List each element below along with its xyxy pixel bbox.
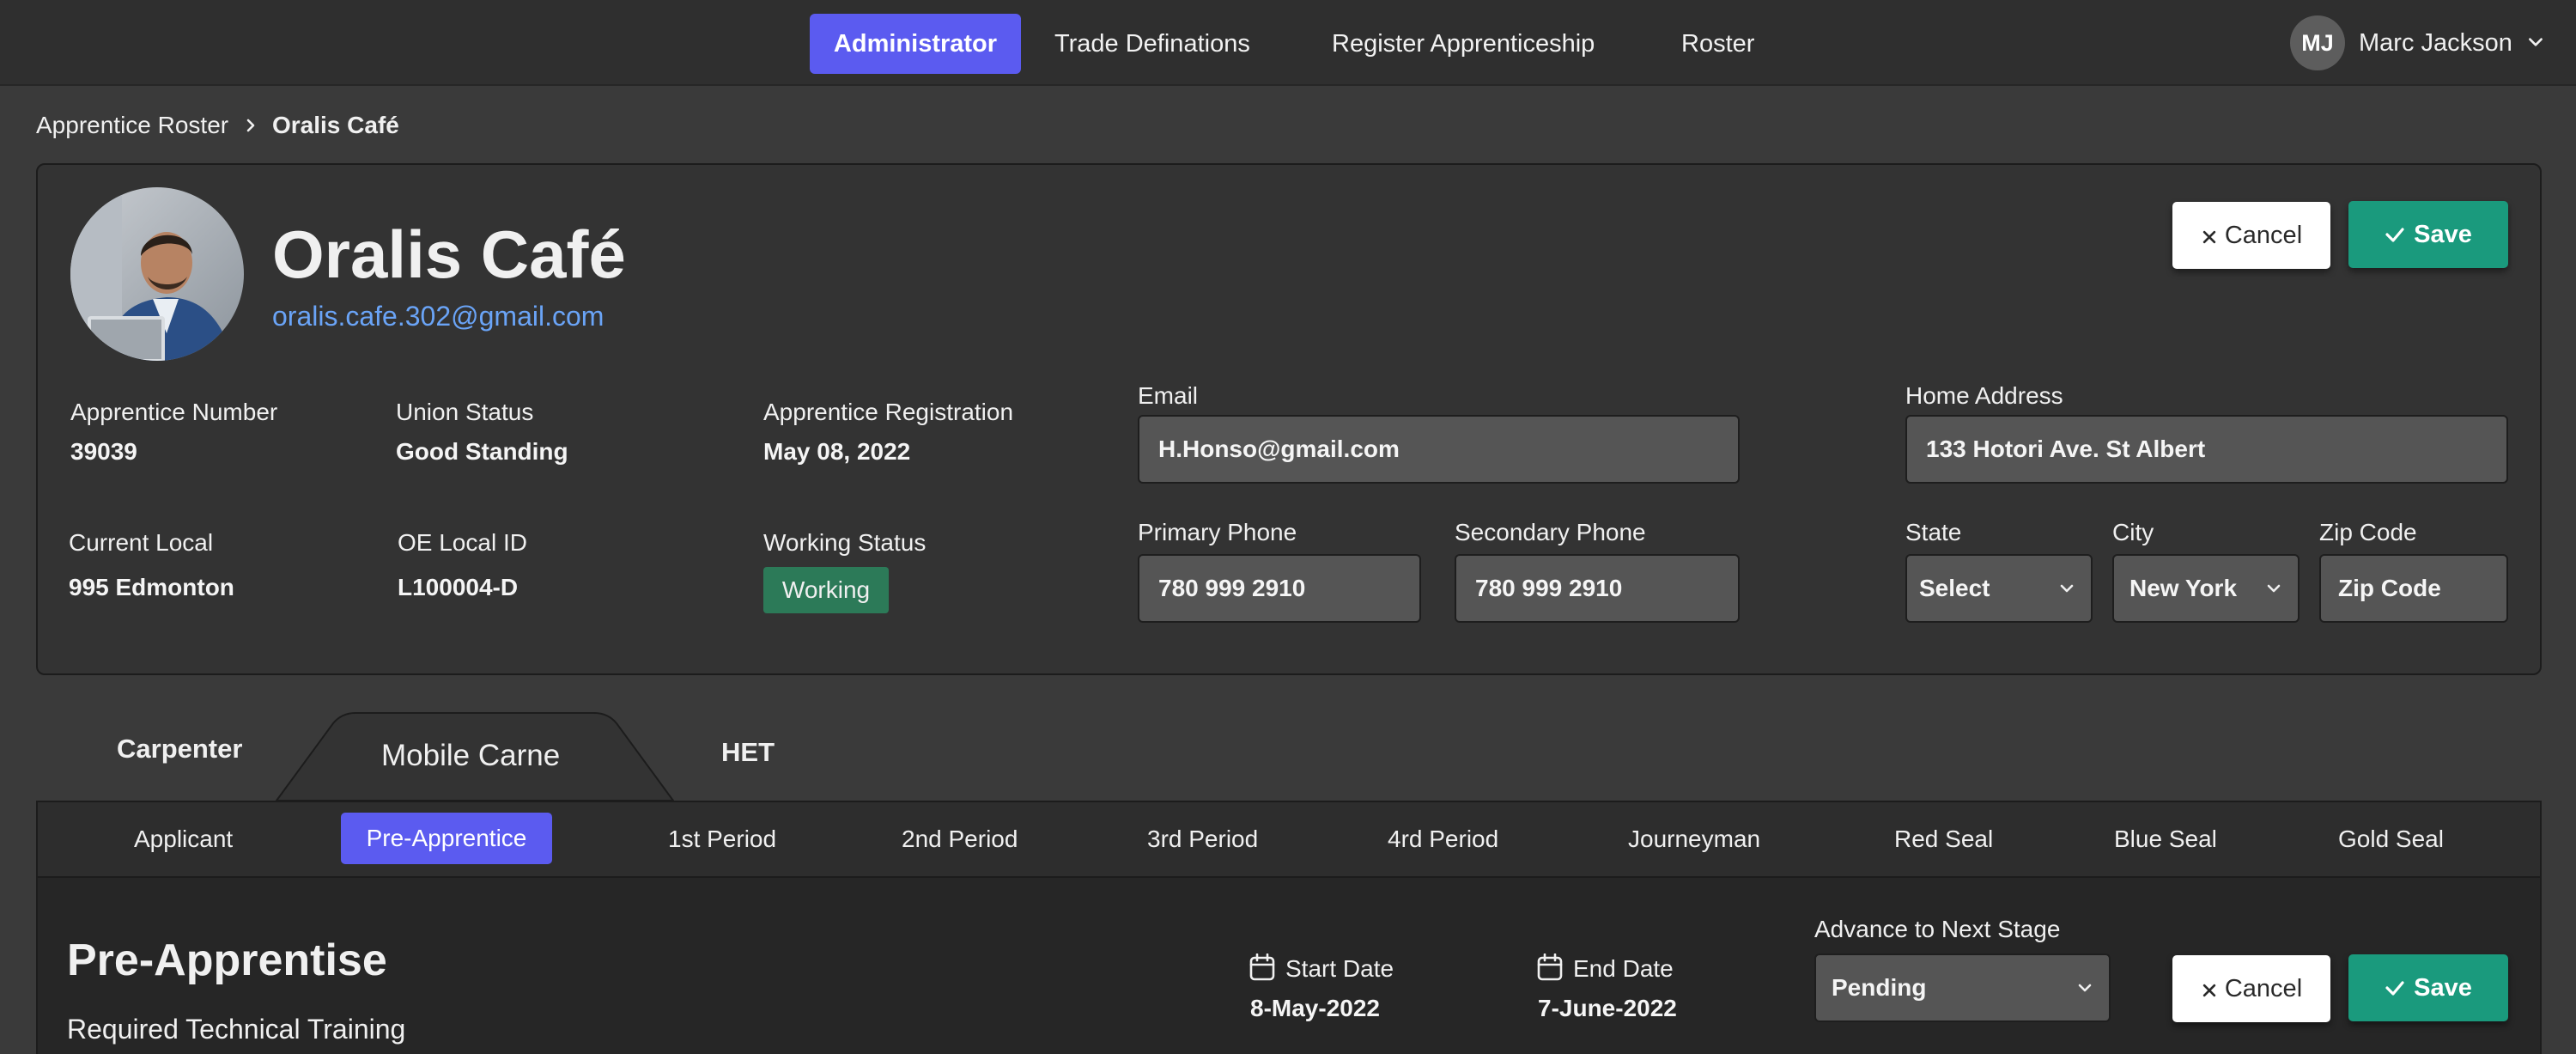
stage-tab-1st-period[interactable]: 1st Period	[668, 823, 776, 856]
primary-phone-field[interactable]: 780 999 2910	[1138, 554, 1421, 623]
stage-tab-red-seal[interactable]: Red Seal	[1894, 823, 1993, 856]
city-select-value: New York	[2129, 575, 2238, 601]
breadcrumb-parent[interactable]: Apprentice Roster	[36, 110, 228, 141]
calendar-icon	[1249, 953, 1275, 981]
advance-stage-label: Advance to Next Stage	[1814, 916, 2061, 942]
apprentice-number-value: 39039	[70, 438, 137, 465]
breadcrumb-current: Oralis Café	[272, 112, 399, 138]
nav-item-administrator[interactable]: Administrator	[810, 14, 1021, 74]
stage-tab-3rd-period[interactable]: 3rd Period	[1147, 823, 1258, 856]
oe-local-id-label: OE Local ID	[398, 529, 527, 556]
state-label: State	[1905, 519, 1962, 545]
working-status-badge: Working	[763, 567, 889, 613]
union-status-value: Good Standing	[396, 438, 568, 465]
primary-phone-label: Primary Phone	[1138, 519, 1297, 545]
calendar-icon	[1537, 953, 1563, 981]
start-date-label: Start Date	[1285, 955, 1394, 982]
nav-item-roster[interactable]: Roster	[1681, 14, 1754, 74]
stage-cancel-label: Cancel	[2224, 975, 2303, 1002]
profile-save-label: Save	[2414, 221, 2472, 248]
state-select[interactable]: Select	[1905, 554, 2093, 623]
chevron-down-icon[interactable]	[2526, 33, 2545, 52]
secondary-phone-field[interactable]: 780 999 2910	[1455, 554, 1740, 623]
check-icon	[2385, 228, 2404, 242]
tab-carpenter[interactable]: Carpenter	[117, 732, 242, 766]
stage-subtitle: Required Technical Training	[67, 1014, 406, 1045]
advance-stage-value: Pending	[1832, 974, 1927, 1001]
email-field[interactable]: H.Honso@gmail.com	[1138, 415, 1740, 484]
stage-tab-gold-seal[interactable]: Gold Seal	[2338, 823, 2444, 856]
tab-het[interactable]: HET	[721, 735, 775, 770]
close-icon	[2202, 984, 2216, 997]
working-status-label: Working Status	[763, 529, 927, 556]
current-local-label: Current Local	[69, 529, 214, 556]
email-field-label: Email	[1138, 382, 1199, 409]
chevron-down-icon	[2060, 584, 2074, 593]
secondary-phone-label: Secondary Phone	[1455, 519, 1646, 545]
city-select[interactable]: New York	[2112, 554, 2300, 623]
chevron-down-icon	[2078, 984, 2092, 992]
profile-save-button[interactable]: Save	[2348, 201, 2508, 268]
nav-item-trade-definitions[interactable]: Trade Definations	[1054, 14, 1250, 74]
profile-cancel-button[interactable]: Cancel	[2172, 202, 2330, 269]
state-select-value: Select	[1919, 575, 1990, 601]
profile-email-link[interactable]: oralis.cafe.302@gmail.com	[272, 297, 604, 335]
check-icon	[2385, 981, 2404, 996]
top-navigation-bar: Administrator Trade Definations Register…	[0, 0, 2576, 86]
stage-cancel-button[interactable]: Cancel	[2172, 955, 2330, 1022]
zip-code-label: Zip Code	[2319, 519, 2417, 545]
tab-mobile-carne[interactable]: Mobile Carne	[381, 739, 560, 773]
user-avatar[interactable]: MJ	[2290, 15, 2345, 70]
stage-tab-blue-seal[interactable]: Blue Seal	[2114, 823, 2217, 856]
nav-item-register-apprenticeship[interactable]: Register Apprenticeship	[1332, 14, 1595, 74]
current-local-value: 995 Edmonton	[69, 574, 234, 600]
profile-cancel-label: Cancel	[2224, 222, 2303, 249]
city-label: City	[2112, 519, 2154, 545]
stage-tab-applicant[interactable]: Applicant	[134, 823, 233, 856]
zip-code-field[interactable]: Zip Code	[2319, 554, 2508, 623]
oe-local-id-value: L100004-D	[398, 574, 519, 600]
profile-name: Oralis Café	[272, 216, 626, 292]
chevron-right-icon	[246, 119, 255, 132]
start-date-value: 8-May-2022	[1250, 995, 1380, 1021]
stage-tab-journeyman[interactable]: Journeyman	[1628, 823, 1760, 856]
union-status-label: Union Status	[396, 399, 534, 425]
stage-save-button[interactable]: Save	[2348, 954, 2508, 1021]
home-address-label: Home Address	[1905, 382, 2063, 409]
end-date-label: End Date	[1573, 955, 1674, 982]
stage-tab-pre-apprentice[interactable]: Pre-Apprentice	[341, 813, 552, 864]
advance-stage-select[interactable]: Pending	[1814, 953, 2111, 1022]
chevron-down-icon	[2267, 584, 2281, 593]
apprentice-number-label: Apprentice Number	[70, 399, 278, 425]
apprentice-registration-value: May 08, 2022	[763, 438, 911, 465]
end-date-value: 7-June-2022	[1538, 995, 1677, 1021]
apprentice-registration-label: Apprentice Registration	[763, 399, 1014, 425]
home-address-field[interactable]: 133 Hotori Ave. St Albert	[1905, 415, 2508, 484]
user-name[interactable]: Marc Jackson	[2359, 26, 2512, 60]
profile-photo	[70, 187, 244, 361]
stage-tab-2nd-period[interactable]: 2nd Period	[902, 823, 1018, 856]
stage-tab-4th-period[interactable]: 4rd Period	[1388, 823, 1498, 856]
stage-save-label: Save	[2414, 974, 2472, 1002]
close-icon	[2202, 230, 2216, 244]
stage-title: Pre-Apprentise	[67, 935, 387, 985]
